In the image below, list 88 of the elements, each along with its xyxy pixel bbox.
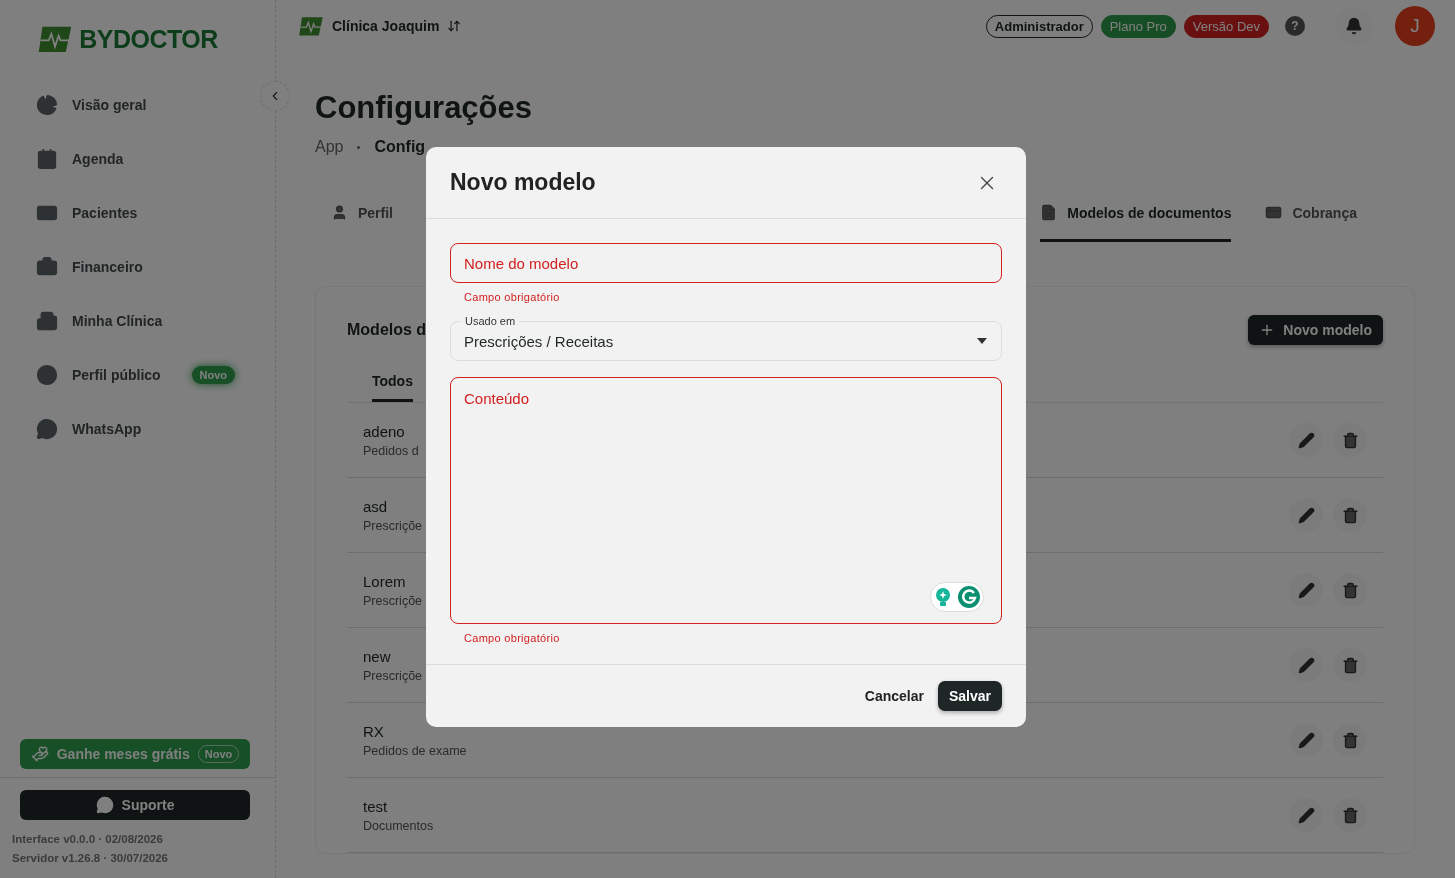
pencil-icon (1297, 656, 1315, 674)
logo-text: BYDOCTOR (79, 24, 218, 54)
delete-button[interactable] (1333, 648, 1367, 682)
delete-button[interactable] (1333, 798, 1367, 832)
delete-button[interactable] (1333, 498, 1367, 532)
nav-icon (36, 256, 58, 278)
caret-icon (976, 337, 988, 345)
pencil-icon (1297, 506, 1315, 524)
error-text: Campo obrigatório (463, 290, 561, 303)
logo-icon (298, 15, 324, 37)
template-name: test (363, 797, 389, 815)
nav-item[interactable]: Financeiro (36, 240, 239, 294)
template-name: RX (363, 722, 385, 740)
edit-button[interactable] (1289, 423, 1323, 457)
error-text: Campo obrigatório (463, 631, 561, 644)
save-button[interactable]: Salvar (937, 681, 1002, 711)
template-type: Pedidos de exame (363, 743, 467, 758)
nav-item[interactable]: Visão geral (36, 78, 239, 132)
nav-item[interactable]: Perfil público Novo (36, 348, 239, 402)
card-title: Modelos d (347, 321, 427, 339)
template-type: Pedidos d (363, 443, 419, 458)
nav-icon (36, 418, 58, 440)
nav-icon (36, 310, 58, 332)
trash-icon (1341, 431, 1359, 449)
support-button[interactable]: Suporte (20, 790, 250, 820)
edit-button[interactable] (1289, 498, 1323, 532)
pencil-icon (1297, 431, 1315, 449)
content-field[interactable]: Conteúdo (450, 377, 1002, 624)
delete-button[interactable] (1333, 723, 1367, 757)
edit-button[interactable] (1289, 648, 1323, 682)
tab-icon (1265, 204, 1283, 221)
trash-icon (1341, 731, 1359, 749)
logo-icon (37, 24, 74, 54)
settings-tab[interactable]: Cobrança (1265, 192, 1357, 242)
edit-button[interactable] (1289, 723, 1323, 757)
nav-icon (36, 364, 58, 386)
delete-button[interactable] (1333, 573, 1367, 607)
new-template-button[interactable]: Novo modelo (1248, 315, 1383, 345)
breadcrumb-item[interactable]: App (315, 138, 344, 156)
edit-button[interactable] (1289, 798, 1323, 832)
trash-icon (1341, 656, 1359, 674)
template-name: adeno (363, 422, 406, 440)
bell-icon (1345, 17, 1363, 35)
breadcrumb-separator (357, 145, 361, 149)
switch-icon[interactable] (447, 19, 462, 33)
edit-button[interactable] (1289, 573, 1323, 607)
new-badge: Novo (191, 366, 235, 384)
promo-button[interactable]: Ganhe meses grátis Novo (20, 739, 250, 769)
nav-item[interactable]: Agenda (36, 132, 239, 186)
trash-icon (1341, 506, 1359, 524)
role-badge: Plano Pro (1100, 14, 1176, 38)
user-avatar[interactable]: J (1395, 6, 1435, 46)
template-type: Prescriçõe (363, 518, 423, 533)
template-type: Documentos (363, 818, 434, 833)
nav-item[interactable]: WhatsApp (36, 402, 239, 456)
template-type: Prescriçõe (363, 668, 423, 683)
pencil-icon (1297, 806, 1315, 824)
settings-tab[interactable]: Modelos de documentos (1040, 192, 1232, 242)
filter-tab[interactable]: Todos (372, 365, 413, 402)
assistant-logo-icon (958, 586, 980, 608)
template-name: asd (363, 497, 389, 515)
name-field[interactable]: Nome do modelo (450, 243, 1002, 283)
nav-item[interactable]: Minha Clínica (36, 294, 239, 348)
lightbulb-icon (934, 587, 952, 607)
delete-button[interactable] (1333, 423, 1367, 457)
nav-icon (36, 148, 58, 170)
template-type: Prescriçõe (363, 593, 423, 608)
role-badge: Versão Dev (1183, 14, 1269, 38)
tab-icon (1040, 204, 1058, 221)
help-icon[interactable]: ? (1285, 16, 1305, 36)
page-title: Configurações (315, 90, 534, 126)
nav-item[interactable]: Pacientes (36, 186, 239, 240)
pencil-icon (1297, 581, 1315, 599)
clinic-name[interactable]: Clínica Joaquim (332, 18, 440, 34)
template-name: new (363, 647, 392, 665)
modal-title: Novo modelo (450, 169, 596, 196)
tab-icon (331, 204, 348, 221)
settings-tab[interactable]: Perfil (331, 192, 393, 242)
cancel-button[interactable]: Cancelar (864, 682, 924, 710)
trash-icon (1341, 806, 1359, 824)
trash-icon (1341, 581, 1359, 599)
nav-icon (36, 94, 58, 116)
pencil-icon (1297, 731, 1315, 749)
version-text: Interface v0.0.0 · 02/08/2026 (11, 832, 164, 847)
breadcrumb-item[interactable]: Config (374, 138, 426, 156)
version-text: Servidor v1.26.8 · 30/07/2026 (11, 851, 169, 866)
template-name: Lorem (363, 572, 407, 590)
chat-icon (95, 796, 114, 814)
